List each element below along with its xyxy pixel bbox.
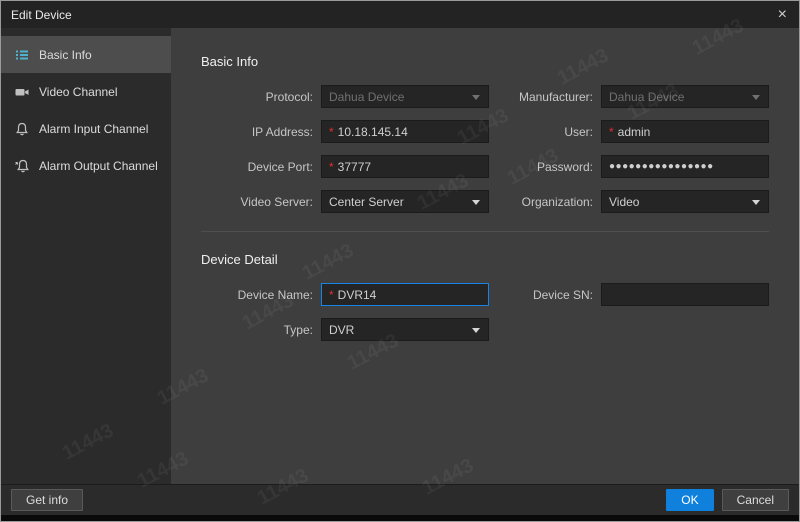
bottom-strip: [1, 515, 799, 522]
device-port-value: 37777: [338, 160, 371, 174]
sidebar-item-label: Video Channel: [39, 85, 118, 99]
organization-value: Video: [609, 195, 639, 209]
sidebar-item-video-channel[interactable]: Video Channel: [1, 73, 171, 110]
type-label: Type:: [201, 323, 321, 337]
user-input[interactable]: * admin: [601, 120, 769, 143]
form-row: Device Port: * 37777 Password: ●●●●●●●●●…: [201, 155, 769, 178]
device-name-input[interactable]: * DVR14: [321, 283, 489, 306]
password-label: Password:: [489, 160, 601, 174]
chevron-down-icon: [472, 95, 480, 100]
video-server-label: Video Server:: [201, 195, 321, 209]
cancel-button[interactable]: Cancel: [722, 489, 789, 511]
form-row: IP Address: * 10.18.145.14 User: * admin: [201, 120, 769, 143]
user-value: admin: [618, 125, 651, 139]
sidebar-item-alarm-output-channel[interactable]: Alarm Output Channel: [1, 147, 171, 184]
device-port-input[interactable]: * 37777: [321, 155, 489, 178]
form-row: Video Server: Center Server Organization…: [201, 190, 769, 213]
password-value: ●●●●●●●●●●●●●●●●: [609, 161, 714, 172]
type-select[interactable]: DVR: [321, 318, 489, 341]
device-port-label: Device Port:: [201, 160, 321, 174]
chevron-down-icon: [472, 200, 480, 205]
sidebar-item-alarm-input-channel[interactable]: Alarm Input Channel: [1, 110, 171, 147]
alarm-bell-icon: [14, 121, 30, 137]
alarm-bell-output-icon: [14, 158, 30, 174]
device-sn-label: Device SN:: [489, 288, 601, 302]
chevron-down-icon: [472, 328, 480, 333]
device-detail-section-title: Device Detail: [201, 252, 769, 267]
type-value: DVR: [329, 323, 354, 337]
user-label: User:: [489, 125, 601, 139]
sidebar-item-label: Basic Info: [39, 48, 92, 62]
ip-address-input[interactable]: * 10.18.145.14: [321, 120, 489, 143]
video-server-value: Center Server: [329, 195, 404, 209]
close-icon[interactable]: ×: [776, 7, 789, 23]
device-name-label: Device Name:: [201, 288, 321, 302]
form-row: Protocol: Dahua Device Manufacturer: Dah…: [201, 85, 769, 108]
form-row: Type: DVR: [201, 318, 769, 341]
video-server-select[interactable]: Center Server: [321, 190, 489, 213]
title-bar: Edit Device ×: [1, 1, 799, 28]
organization-label: Organization:: [489, 195, 601, 209]
ip-address-value: 10.18.145.14: [338, 125, 408, 139]
required-marker: *: [329, 160, 334, 174]
section-divider: [201, 231, 769, 232]
video-camera-icon: [14, 84, 30, 100]
required-marker: *: [329, 288, 334, 302]
get-info-button[interactable]: Get info: [11, 489, 83, 511]
sidebar-item-label: Alarm Input Channel: [39, 122, 148, 136]
ok-button[interactable]: OK: [666, 489, 713, 511]
basic-info-section-title: Basic Info: [201, 54, 769, 69]
required-marker: *: [609, 125, 614, 139]
required-marker: *: [329, 125, 334, 139]
footer-bar: Get info OK Cancel: [1, 484, 799, 515]
form-row: Device Name: * DVR14 Device SN:: [201, 283, 769, 306]
protocol-value: Dahua Device: [329, 90, 404, 104]
protocol-label: Protocol:: [201, 90, 321, 104]
protocol-select[interactable]: Dahua Device: [321, 85, 489, 108]
manufacturer-value: Dahua Device: [609, 90, 684, 104]
ip-address-label: IP Address:: [201, 125, 321, 139]
sidebar-item-basic-info[interactable]: Basic Info: [1, 36, 171, 73]
device-name-value: DVR14: [338, 288, 377, 302]
dialog-body: Basic Info Video Channel Alarm Input Cha…: [1, 28, 799, 484]
main-panel: Basic Info Protocol: Dahua Device Manufa…: [171, 28, 799, 484]
password-input[interactable]: ●●●●●●●●●●●●●●●●: [601, 155, 769, 178]
dialog-title: Edit Device: [11, 8, 72, 22]
manufacturer-label: Manufacturer:: [489, 90, 601, 104]
chevron-down-icon: [752, 200, 760, 205]
organization-select[interactable]: Video: [601, 190, 769, 213]
list-icon: [14, 47, 30, 63]
sidebar: Basic Info Video Channel Alarm Input Cha…: [1, 28, 171, 484]
sidebar-item-label: Alarm Output Channel: [39, 159, 158, 173]
chevron-down-icon: [752, 95, 760, 100]
device-sn-input[interactable]: [601, 283, 769, 306]
manufacturer-select[interactable]: Dahua Device: [601, 85, 769, 108]
edit-device-dialog: Edit Device × Basic Info Video Channel: [0, 0, 800, 522]
